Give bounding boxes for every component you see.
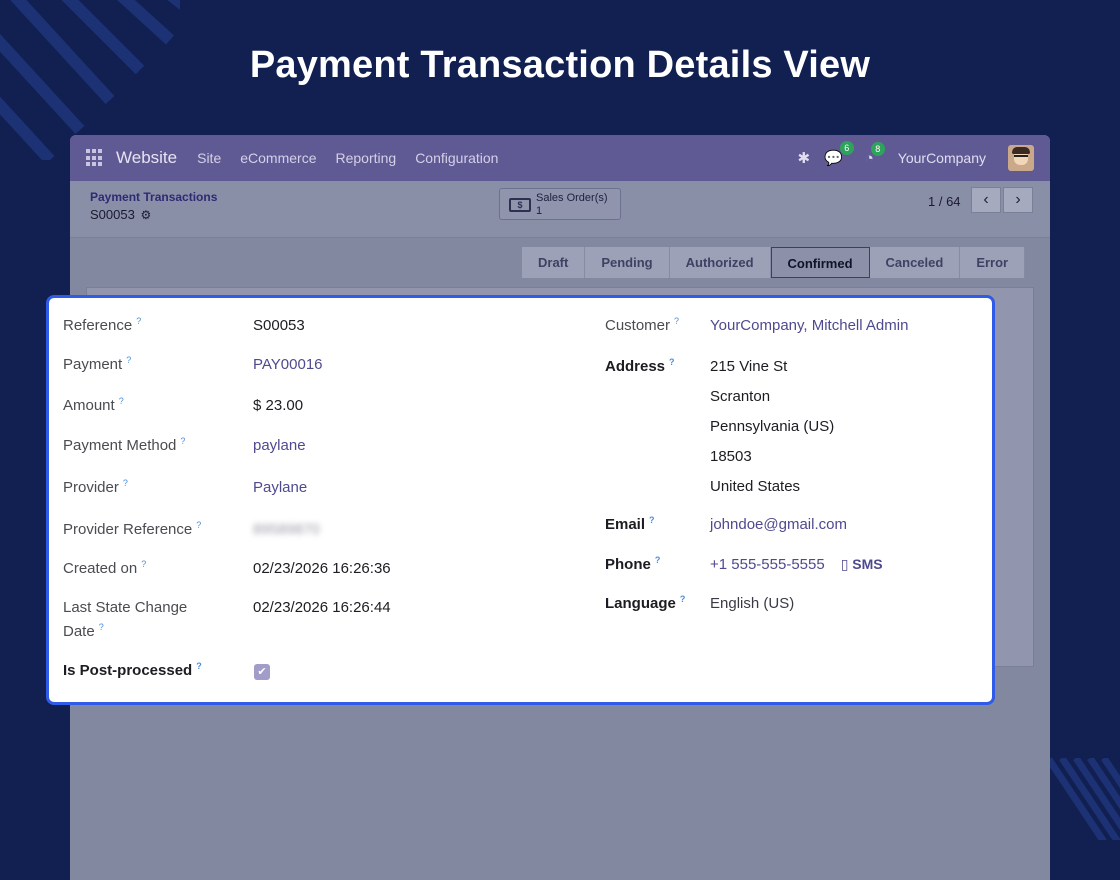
chevron-right-icon[interactable]: › [1003, 187, 1033, 213]
payment-method-link[interactable]: paylane [253, 437, 306, 454]
phone-label: Phone? [605, 555, 661, 573]
activities-clock-icon[interactable]: ◔ 8 [865, 141, 885, 167]
reference-value: S00053 [253, 317, 305, 334]
money-icon: $ [509, 198, 531, 212]
stage-draft[interactable]: Draft [522, 247, 586, 278]
help-icon[interactable]: ? [680, 594, 686, 604]
breadcrumb-current-label: S00053 [90, 207, 135, 222]
customer-link[interactable]: YourCompany, Mitchell Admin [710, 317, 908, 334]
amount-value: $ 23.00 [253, 397, 304, 414]
help-icon[interactable]: ? [141, 559, 146, 569]
navbar-systray: ✱ 💬 6 ◔ 8 YourCompany [797, 141, 1034, 171]
apps-menu-icon[interactable] [86, 149, 104, 167]
help-icon[interactable]: ? [669, 357, 675, 367]
address-line-street: 215 Vine St [710, 358, 788, 375]
help-icon[interactable]: ? [126, 355, 131, 365]
payment-label: Payment? [63, 355, 132, 373]
gear-icon[interactable]: ⚙ [140, 208, 151, 222]
help-icon[interactable]: ? [119, 396, 124, 406]
last-state-change-label-2: Date? [63, 622, 104, 640]
smart-button-count: 1 [536, 205, 543, 217]
help-icon[interactable]: ? [136, 316, 141, 326]
email-label: Email? [605, 515, 655, 533]
customer-label: Customer? [605, 316, 680, 334]
language-value: English (US) [710, 595, 795, 612]
provider-reference-label: Provider Reference? [63, 520, 202, 538]
address-line-city: Scranton [710, 388, 771, 405]
mobile-phone-icon: ▯ [840, 556, 849, 572]
checkmark-icon: ✔ [257, 666, 267, 678]
phone-link[interactable]: +1 555-555-5555 [710, 556, 825, 573]
user-avatar[interactable] [1008, 145, 1034, 171]
smart-button-label: Sales Order(s) [536, 192, 608, 204]
control-panel: Payment Transactions S00053 ⚙ $ Sales Or… [70, 181, 1050, 238]
language-label: Language? [605, 594, 686, 612]
post-processed-label: Is Post-processed? [63, 661, 202, 679]
reference-label: Reference? [63, 316, 142, 334]
address-line-state: Pennsylvania (US) [710, 418, 835, 435]
messages-chat-icon[interactable]: 💬 6 [824, 141, 854, 167]
nav-app-name[interactable]: Website [116, 148, 177, 168]
top-navbar: Website Site eCommerce Reporting Configu… [70, 135, 1050, 181]
nav-item-configuration[interactable]: Configuration [415, 150, 498, 166]
sms-button[interactable]: ▯ SMS [841, 556, 883, 572]
transaction-details-card: Reference? S00053 Payment? PAY00016 Amou… [46, 295, 995, 705]
stage-error[interactable]: Error [960, 247, 1026, 278]
nav-item-ecommerce[interactable]: eCommerce [240, 150, 316, 166]
help-icon[interactable]: ? [655, 555, 661, 565]
provider-label: Provider? [63, 478, 128, 496]
help-icon[interactable]: ? [180, 436, 185, 446]
sales-orders-smart-button[interactable]: $ Sales Order(s) 1 [499, 188, 621, 220]
stage-canceled[interactable]: Canceled [869, 247, 961, 278]
last-state-change-value: 02/23/2026 16:26:44 [253, 599, 391, 616]
messages-badge: 6 [839, 141, 854, 155]
last-state-change-label: Last State Change [63, 599, 188, 616]
post-processed-checkbox[interactable]: ✔ [254, 664, 270, 680]
stage-pending[interactable]: Pending [585, 247, 670, 278]
decorative-stripes-bottom-right [1048, 758, 1120, 840]
company-switcher[interactable]: YourCompany [898, 150, 986, 166]
breadcrumb-current: S00053 ⚙ [90, 207, 151, 222]
provider-link[interactable]: Paylane [253, 479, 307, 496]
created-on-label: Created on? [63, 559, 147, 577]
breadcrumb-parent[interactable]: Payment Transactions [90, 190, 217, 204]
address-label: Address? [605, 357, 675, 375]
help-icon[interactable]: ? [649, 515, 655, 525]
stage-confirmed[interactable]: Confirmed [770, 247, 870, 278]
provider-reference-value: 89589870 [253, 521, 320, 538]
debug-bug-icon[interactable]: ✱ [797, 149, 810, 167]
help-icon[interactable]: ? [674, 316, 679, 326]
help-icon[interactable]: ? [123, 478, 128, 488]
nav-item-reporting[interactable]: Reporting [335, 150, 396, 166]
sms-label: SMS [852, 556, 883, 572]
help-icon[interactable]: ? [196, 661, 202, 671]
phone-field: +1 555-555-5555 ▯ SMS [710, 556, 883, 573]
email-link[interactable]: johndoe@gmail.com [710, 516, 847, 533]
help-icon[interactable]: ? [99, 622, 104, 632]
stage-authorized[interactable]: Authorized [669, 247, 771, 278]
payment-method-label: Payment Method? [63, 436, 186, 454]
address-line-country: United States [710, 478, 801, 495]
activities-badge: 8 [870, 141, 885, 156]
nav-item-site[interactable]: Site [197, 150, 221, 166]
amount-label: Amount? [63, 396, 124, 414]
help-icon[interactable]: ? [196, 520, 201, 530]
status-bar: Draft Pending Authorized Confirmed Cance… [522, 247, 1026, 278]
page-title: Payment Transaction Details View [249, 44, 871, 86]
payment-link[interactable]: PAY00016 [253, 356, 323, 373]
pager-value[interactable]: 1 / 64 [928, 194, 961, 209]
address-line-zip: 18503 [710, 448, 752, 465]
chevron-left-icon[interactable]: ‹ [971, 187, 1001, 213]
created-on-value: 02/23/2026 16:26:36 [253, 560, 391, 577]
